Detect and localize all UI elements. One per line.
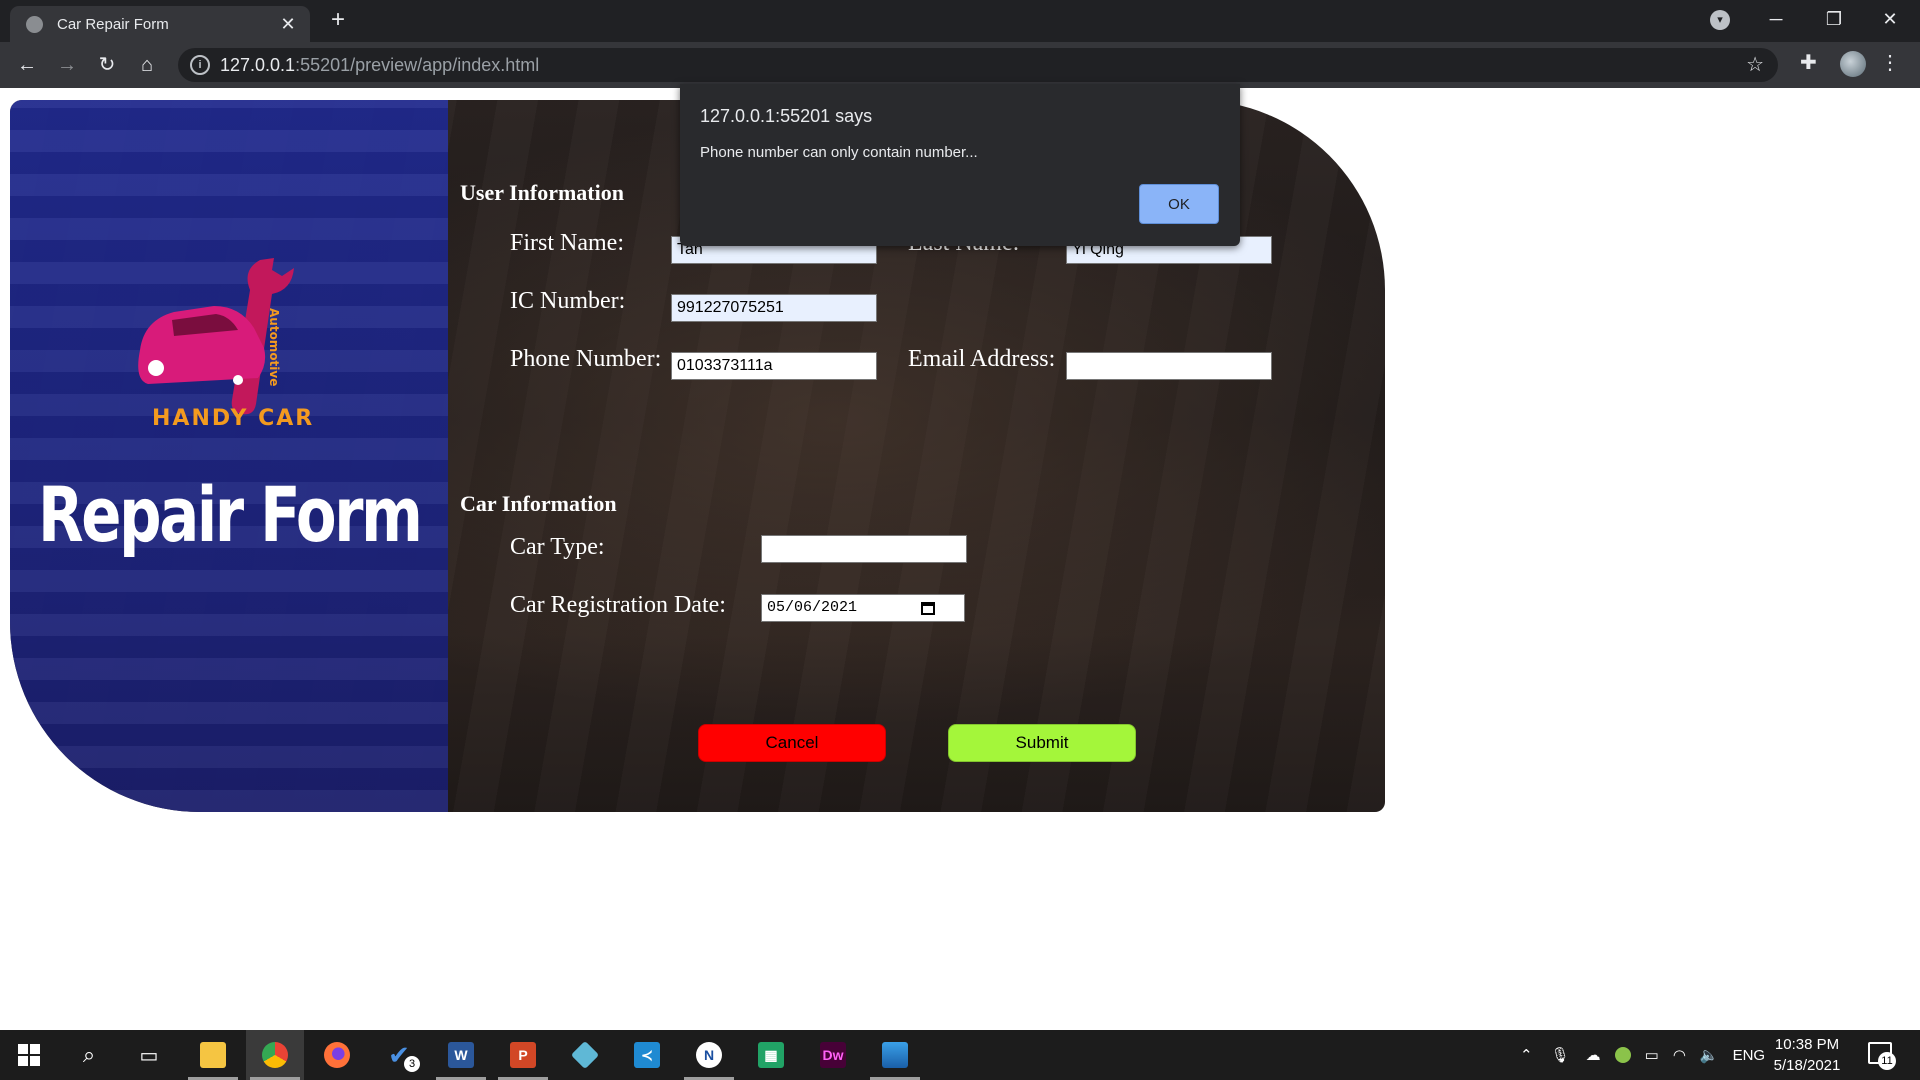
notification-badge: 11 <box>1878 1052 1896 1070</box>
dreamweaver-button[interactable]: Dw <box>804 1030 862 1080</box>
home-icon[interactable]: ⌂ <box>132 50 162 80</box>
browser-toolbar: ← → ↻ ⌂ i 127.0.0.1:55201/preview/app/in… <box>0 42 1920 88</box>
cloud-icon[interactable]: ☁ <box>1586 1046 1601 1064</box>
chevron-up-icon[interactable]: ⌃ <box>1520 1046 1533 1064</box>
app-circle-icon: N <box>696 1042 722 1068</box>
notepad-app-button[interactable]: N <box>680 1030 738 1080</box>
close-window-button[interactable]: ✕ <box>1868 4 1912 34</box>
alert-dialog: 127.0.0.1:55201 says Phone number can on… <box>680 84 1240 246</box>
dreamweaver-icon: Dw <box>820 1042 846 1068</box>
calendar-icon[interactable] <box>921 601 935 615</box>
browser-tabstrip: Car Repair Form ✕ + ▾ ─ ❐ ✕ <box>0 0 1920 42</box>
firefox-button[interactable] <box>308 1030 366 1080</box>
page-title: Repair Form <box>38 470 423 559</box>
close-tab-icon[interactable]: ✕ <box>276 14 300 35</box>
chrome-button[interactable] <box>246 1030 304 1080</box>
photos-button[interactable] <box>866 1030 924 1080</box>
email-address-label: Email Address: <box>908 346 1056 372</box>
firefox-icon <box>324 1042 350 1068</box>
clock-time: 10:38 PM <box>1774 1036 1840 1053</box>
search-icon: ⌕ <box>82 1042 96 1067</box>
battery-icon[interactable]: ▭ <box>1645 1046 1659 1064</box>
left-brand-panel: Automotive HANDY CAR Repair Form <box>10 100 448 812</box>
first-name-label: First Name: <box>510 230 624 256</box>
todo-button[interactable]: ✔ 3 <box>370 1030 428 1080</box>
system-clock[interactable]: 10:38 PM 5/18/2021 <box>1762 1034 1852 1076</box>
folder-icon <box>200 1042 226 1068</box>
back-icon[interactable]: ← <box>12 50 42 80</box>
bookmark-star-icon[interactable]: ☆ <box>1746 52 1764 77</box>
ic-number-label: IC Number: <box>510 288 626 314</box>
word-button[interactable]: W <box>432 1030 490 1080</box>
alert-ok-button[interactable]: OK <box>1139 184 1219 224</box>
car-section-title: Car Information <box>460 491 617 516</box>
address-bar[interactable]: i 127.0.0.1:55201/preview/app/index.html… <box>178 48 1778 82</box>
user-section-title: User Information <box>460 180 624 205</box>
task-view-button[interactable]: ▭ <box>120 1030 178 1080</box>
submit-button[interactable]: Submit <box>948 724 1136 762</box>
phone-number-label: Phone Number: <box>510 346 662 372</box>
task-view-icon: ▭ <box>139 1044 159 1067</box>
globe-icon <box>26 15 43 33</box>
project-app-button[interactable]: ▦ <box>742 1030 800 1080</box>
photos-icon <box>882 1042 908 1068</box>
status-icon[interactable] <box>1614 1047 1631 1063</box>
word-icon: W <box>448 1042 474 1068</box>
system-tray: ⌃ 🎙 ☁ ▭ ◠ 🔈 ENG <box>1520 1030 1765 1080</box>
powerpoint-button[interactable]: P <box>494 1030 552 1080</box>
car-type-field[interactable] <box>761 535 967 563</box>
clock-date: 5/18/2021 <box>1773 1057 1841 1074</box>
file-explorer-button[interactable] <box>184 1030 242 1080</box>
new-tab-button[interactable]: + <box>324 6 352 34</box>
cancel-button[interactable]: Cancel <box>698 724 886 762</box>
forward-icon[interactable]: → <box>52 50 82 80</box>
alert-title: 127.0.0.1:55201 says <box>700 106 873 126</box>
brand-name: HANDY CAR <box>152 406 315 431</box>
chrome-icon <box>262 1042 288 1068</box>
site-info-icon[interactable]: i <box>190 55 210 75</box>
profile-avatar[interactable] <box>1840 51 1866 77</box>
tab-search-icon[interactable]: ▾ <box>1710 10 1730 30</box>
search-button[interactable]: ⌕ <box>60 1030 118 1080</box>
automotive-vertical-text: Automotive <box>267 308 281 386</box>
alert-message: Phone number can only contain number... <box>700 144 978 161</box>
email-address-field[interactable] <box>1066 352 1272 380</box>
ic-number-field[interactable] <box>671 294 877 322</box>
url-host: 127.0.0.1 <box>220 54 296 75</box>
handy-car-logo: Automotive <box>138 258 294 415</box>
extensions-icon[interactable]: ✚ <box>1800 50 1817 75</box>
registration-date-label: Car Registration Date: <box>510 592 726 618</box>
language-indicator[interactable]: ENG <box>1733 1047 1766 1064</box>
cube-icon <box>570 1040 600 1070</box>
car-type-label: Car Type: <box>510 534 605 560</box>
tab-title: Car Repair Form <box>57 15 169 33</box>
volume-icon[interactable]: 🔈 <box>1700 1046 1719 1064</box>
windows-taskbar: ⌕ ▭ ✔ 3 W P ≺ N ▦ Dw ⌃ 🎙 ☁ ▭ ◠ 🔈 ENG 10:… <box>0 1030 1920 1080</box>
start-button[interactable] <box>0 1030 58 1080</box>
registration-date-field[interactable]: 05/06/2021 <box>761 594 965 622</box>
reload-icon[interactable]: ↻ <box>92 50 122 80</box>
vscode-icon: ≺ <box>634 1042 660 1068</box>
registration-date-value: 05/06/2021 <box>767 599 858 616</box>
vscode-button[interactable]: ≺ <box>618 1030 676 1080</box>
url-path: :55201/preview/app/index.html <box>295 54 540 75</box>
project-icon: ▦ <box>758 1042 784 1068</box>
3d-app-button[interactable] <box>556 1030 614 1080</box>
phone-number-field[interactable] <box>671 352 877 380</box>
minimize-button[interactable]: ─ <box>1754 4 1798 34</box>
restore-button[interactable]: ❐ <box>1812 4 1856 34</box>
browser-menu-icon[interactable]: ⋮ <box>1880 50 1900 75</box>
microphone-icon[interactable]: 🎙 <box>1551 1046 1570 1064</box>
browser-tab[interactable]: Car Repair Form ✕ <box>10 6 310 42</box>
powerpoint-icon: P <box>510 1042 536 1068</box>
windows-start-icon <box>18 1044 40 1066</box>
todo-badge: 3 <box>404 1056 420 1072</box>
wifi-icon[interactable]: ◠ <box>1673 1046 1686 1064</box>
